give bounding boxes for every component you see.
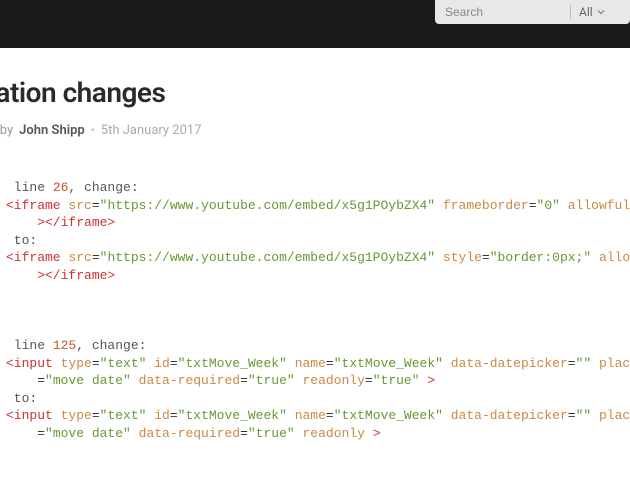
code-attr: data-required xyxy=(131,426,240,441)
code-text: line xyxy=(6,180,53,195)
code-str: "move date" xyxy=(45,426,131,441)
code-tag: <input xyxy=(6,356,53,371)
code-str: "txtMove_Week" xyxy=(334,356,443,371)
code-tag: > xyxy=(365,426,381,441)
search-container: All xyxy=(435,0,630,24)
article-content: l5 validation changes pt by John Shipp •… xyxy=(0,48,630,442)
code-eq: = xyxy=(365,373,373,388)
code-tag: > xyxy=(420,373,436,388)
by-label: by xyxy=(0,123,13,138)
code-line-num: 26 xyxy=(53,180,69,195)
code-attr: frameborder xyxy=(435,198,529,213)
code-attr: allowful xyxy=(560,198,630,213)
code-attr: type xyxy=(53,356,92,371)
code-text: line xyxy=(6,338,53,353)
code-eq: = xyxy=(482,250,490,265)
code-eq: = xyxy=(92,356,100,371)
code-text: to: xyxy=(6,233,37,248)
code-eq: = xyxy=(240,426,248,441)
code-tag: ></iframe> xyxy=(6,268,115,283)
code-str: "move date" xyxy=(45,373,131,388)
code-text: , change: xyxy=(76,338,146,353)
code-str: "txtMove_Week" xyxy=(334,408,443,423)
chevron-down-icon xyxy=(597,8,605,16)
search-filter-dropdown[interactable]: All xyxy=(571,5,613,19)
code-eq: = xyxy=(92,250,100,265)
title-row: l5 validation changes xyxy=(0,48,630,119)
code-eq: = xyxy=(92,198,100,213)
code-str: "https://www.youtube.com/embed/x5g1POybZ… xyxy=(100,250,435,265)
code-attr: data-datepicker xyxy=(443,408,568,423)
code-eq: = xyxy=(326,408,334,423)
code-str: "" xyxy=(576,356,592,371)
code-str: "txtMove_Week" xyxy=(178,356,287,371)
code-attr: plac xyxy=(591,408,630,423)
publish-date: 5th January 2017 xyxy=(101,123,202,138)
code-eq: = xyxy=(568,408,576,423)
code-str: "true" xyxy=(373,373,420,388)
code-eq: = xyxy=(568,356,576,371)
author-link[interactable]: John Shipp xyxy=(19,123,85,138)
code-tag: <input xyxy=(6,408,53,423)
code-eq: = xyxy=(6,426,45,441)
code-attr: name xyxy=(287,408,326,423)
code-tag: <iframe xyxy=(6,250,61,265)
code-text: to: xyxy=(6,391,37,406)
code-str: "" xyxy=(576,408,592,423)
code-str: "border:0px;" xyxy=(490,250,591,265)
code-str: "true" xyxy=(248,373,295,388)
code-eq: = xyxy=(529,198,537,213)
code-attr: src xyxy=(61,250,92,265)
code-str: "0" xyxy=(537,198,560,213)
code-eq: = xyxy=(170,408,178,423)
code-attr: id xyxy=(146,356,169,371)
code-text: , change: xyxy=(68,180,138,195)
code-str: "https://www.youtube.com/embed/x5g1POybZ… xyxy=(100,198,435,213)
code-attr: data-required xyxy=(131,373,240,388)
code-tag: ></iframe> xyxy=(6,215,115,230)
code-str: "txtMove_Week" xyxy=(178,408,287,423)
code-str: "text" xyxy=(100,408,147,423)
code-attr: style xyxy=(435,250,482,265)
filter-label: All xyxy=(579,5,593,19)
code-attr: src xyxy=(61,198,92,213)
code-eq: = xyxy=(326,356,334,371)
code-eq: = xyxy=(240,373,248,388)
header-bar: All xyxy=(0,0,630,48)
code-tag: <iframe xyxy=(6,198,61,213)
code-block-1: line 26, change: <iframe src="https://ww… xyxy=(0,139,630,442)
code-str: "text" xyxy=(100,356,147,371)
code-eq: = xyxy=(6,373,45,388)
page-title: l5 validation changes xyxy=(0,76,630,109)
code-attr: allo xyxy=(591,250,630,265)
code-attr: name xyxy=(287,356,326,371)
meta-row: pt by John Shipp • 5th January 2017 xyxy=(0,121,630,139)
code-line-num: 125 xyxy=(53,338,76,353)
code-eq: = xyxy=(92,408,100,423)
code-attr: plac xyxy=(591,356,630,371)
code-str: "true" xyxy=(248,426,295,441)
search-input[interactable] xyxy=(435,1,570,23)
separator-dot: • xyxy=(91,123,95,137)
code-attr: id xyxy=(146,408,169,423)
code-attr: readonly xyxy=(295,426,365,441)
code-attr: readonly xyxy=(295,373,365,388)
code-attr: data-datepicker xyxy=(443,356,568,371)
code-attr: type xyxy=(53,408,92,423)
code-eq: = xyxy=(170,356,178,371)
